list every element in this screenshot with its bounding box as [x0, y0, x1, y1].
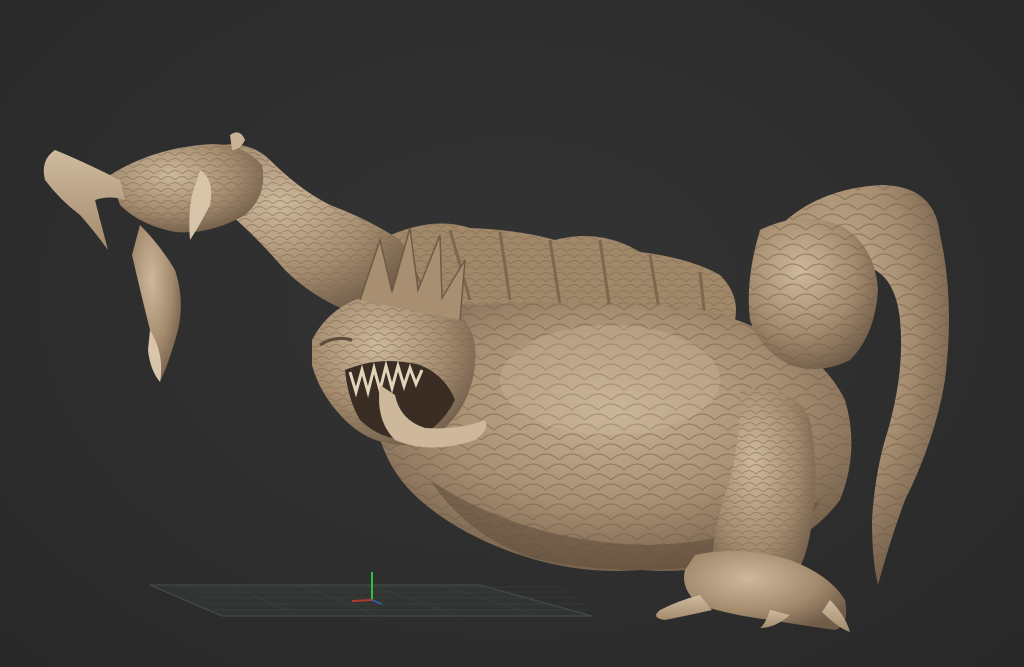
dragon-claw-left	[43, 132, 264, 382]
dragon-model[interactable]	[43, 132, 949, 632]
3d-viewport[interactable]	[0, 0, 1024, 667]
viewport-canvas[interactable]	[0, 0, 1024, 667]
dragon-haunch	[748, 218, 878, 369]
